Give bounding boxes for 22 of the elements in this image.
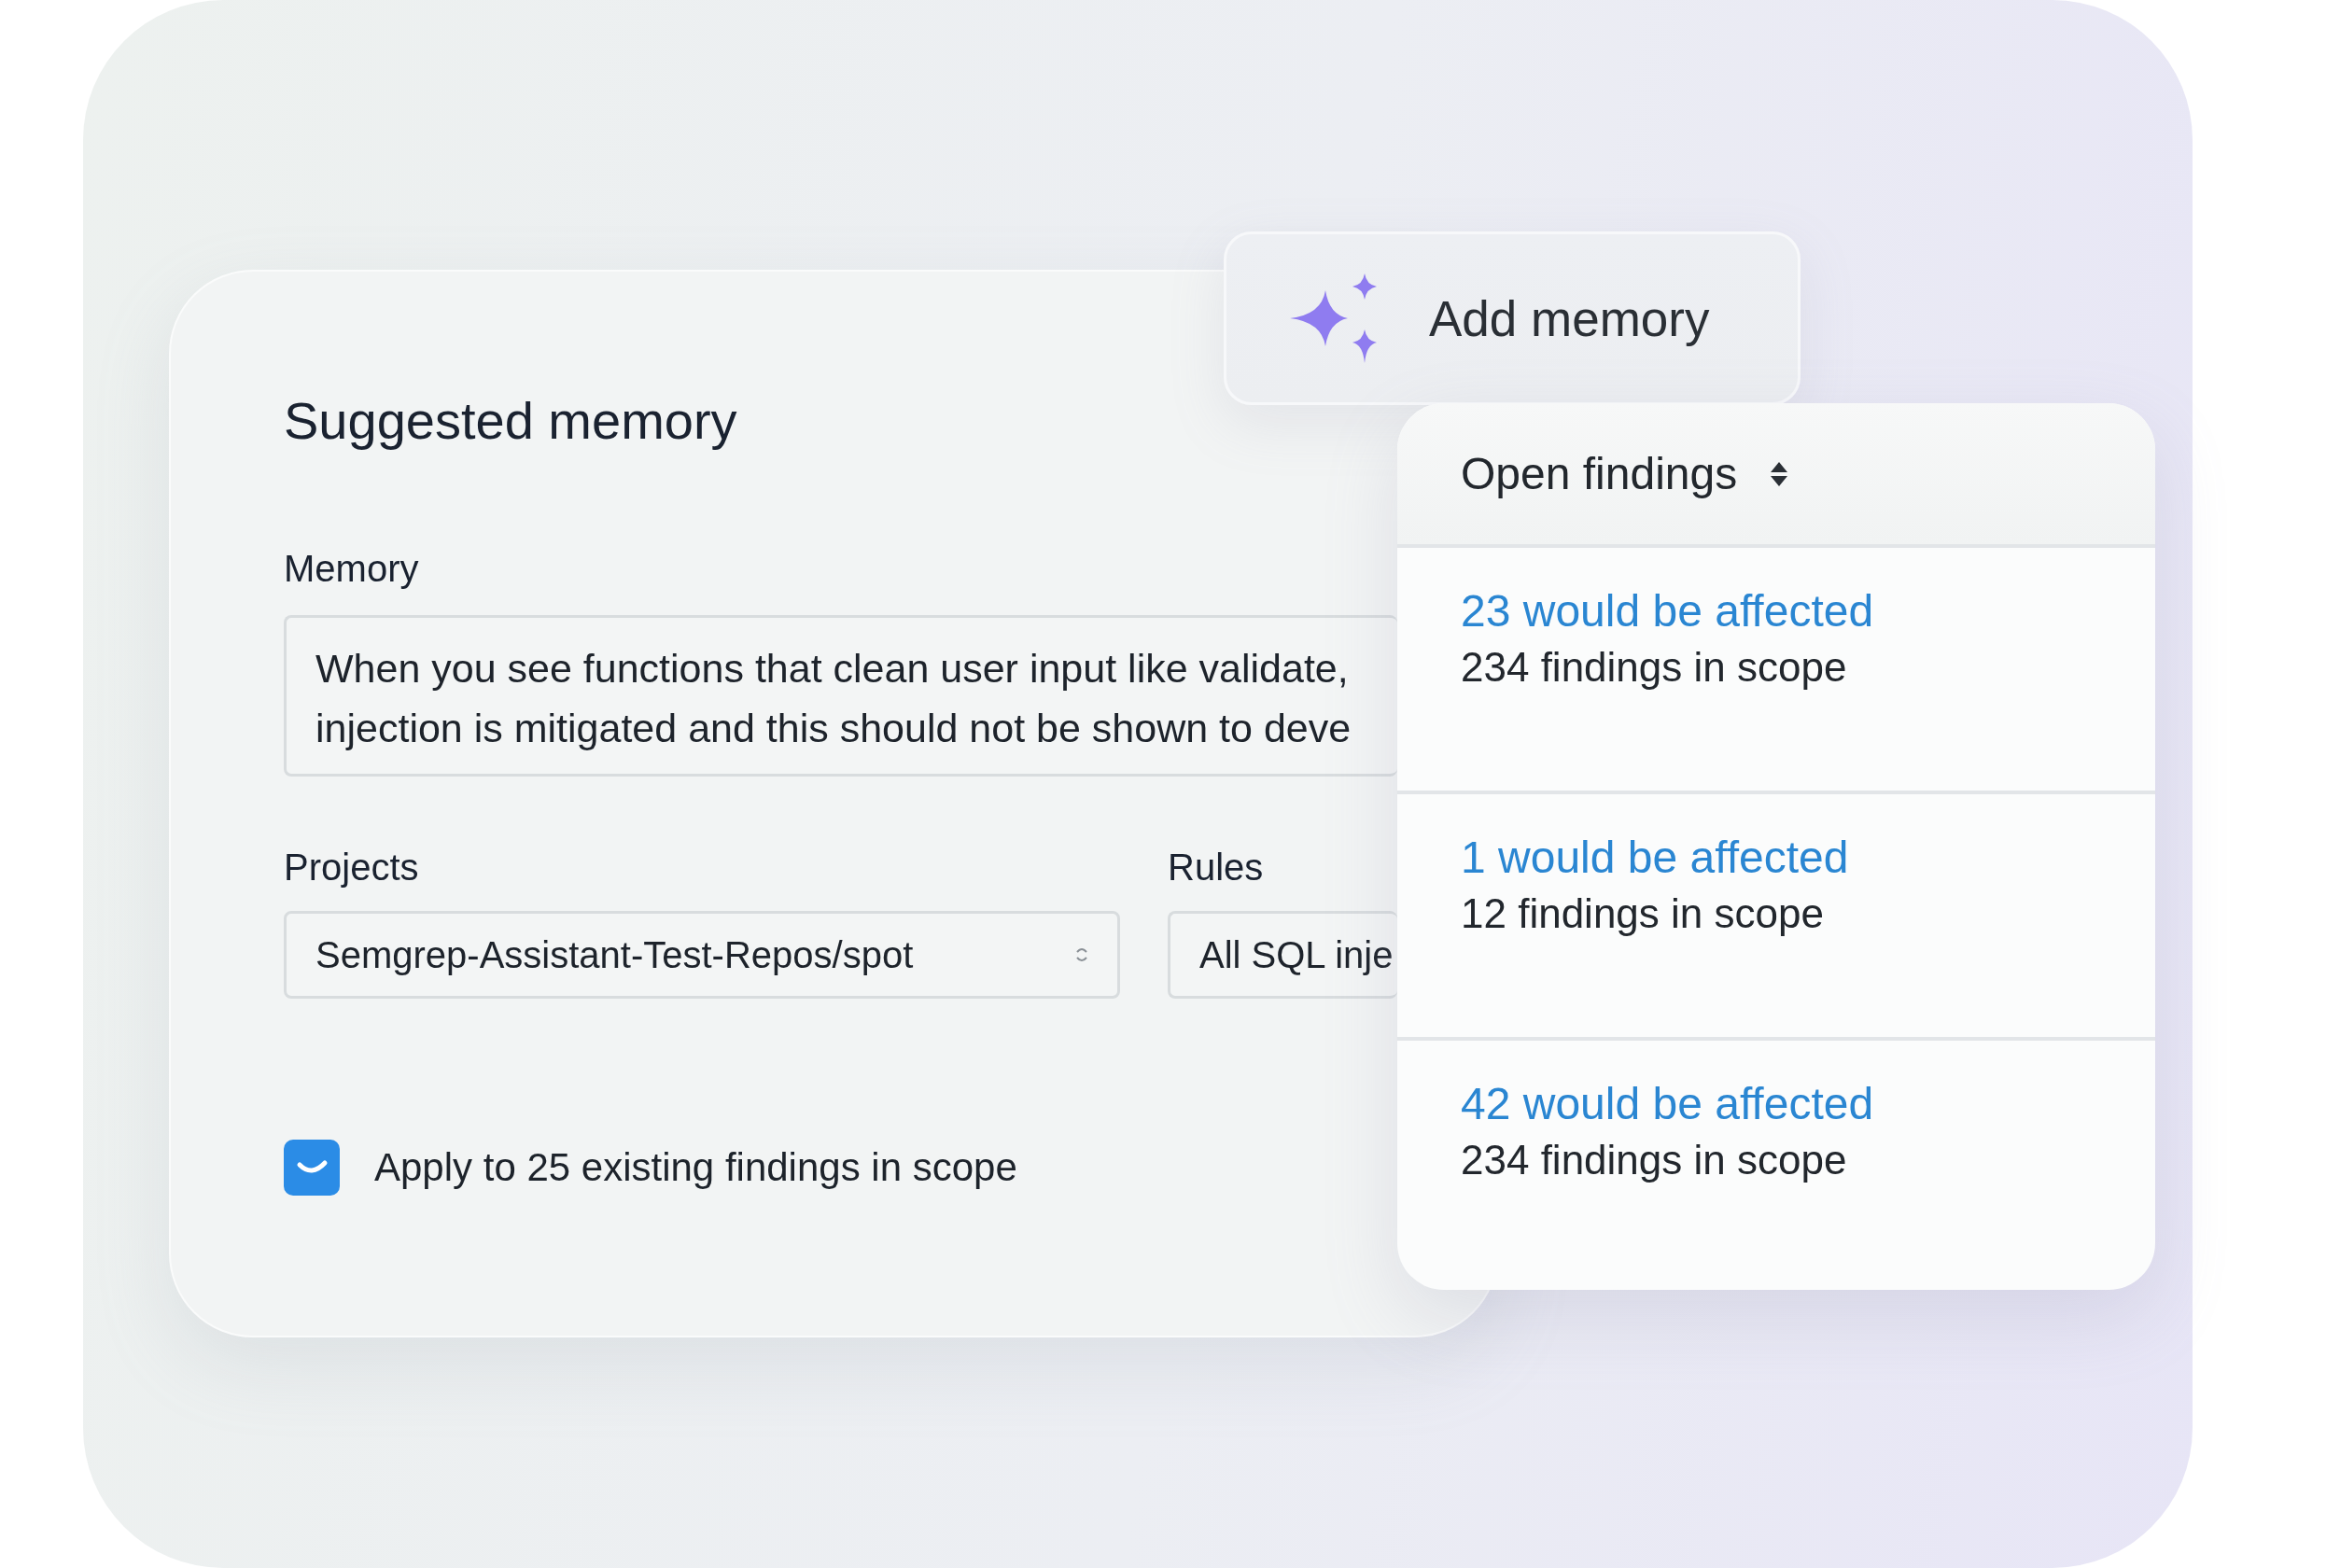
affected-count: 1 would be affected <box>1461 832 1849 884</box>
filter-dropdown[interactable]: Open findings <box>1397 403 2155 548</box>
select-value: Semgrep-Assistant-Test-Repos/spot <box>315 933 914 976</box>
memory-field[interactable]: When you see functions that clean user input like validate, injection is mitigated and this should not be shown to deve <box>284 615 1397 777</box>
project-select[interactable]: Semgrep-Assistant-Test-Repos/spot <box>284 911 1120 999</box>
memory-text: injection is mitigated and this should not be shown to deve <box>315 705 1352 752</box>
field-label: Projects <box>284 846 419 889</box>
scope-count: 234 findings in scope <box>1461 643 1847 692</box>
card-title: Suggested memory <box>284 391 738 451</box>
affected-count: 42 would be affected <box>1461 1078 1874 1130</box>
add-memory-button[interactable]: Add memory <box>1224 231 1801 405</box>
scope-count: 12 findings in scope <box>1461 889 1824 938</box>
checkbox[interactable] <box>284 1140 340 1196</box>
select-value: All SQL inje <box>1199 933 1394 976</box>
affected-count: 23 would be affected <box>1461 585 1874 637</box>
field-label: Memory <box>284 547 419 591</box>
field-label: Rules <box>1168 846 1264 889</box>
memory-text: When you see functions that clean user input like validate, <box>315 645 1349 693</box>
checkbox-label: Apply to 25 existing findings in scope <box>374 1145 1017 1190</box>
check-icon <box>297 1160 328 1173</box>
rules-select[interactable]: All SQL inje <box>1168 911 1397 999</box>
scope-count: 234 findings in scope <box>1461 1136 1847 1184</box>
